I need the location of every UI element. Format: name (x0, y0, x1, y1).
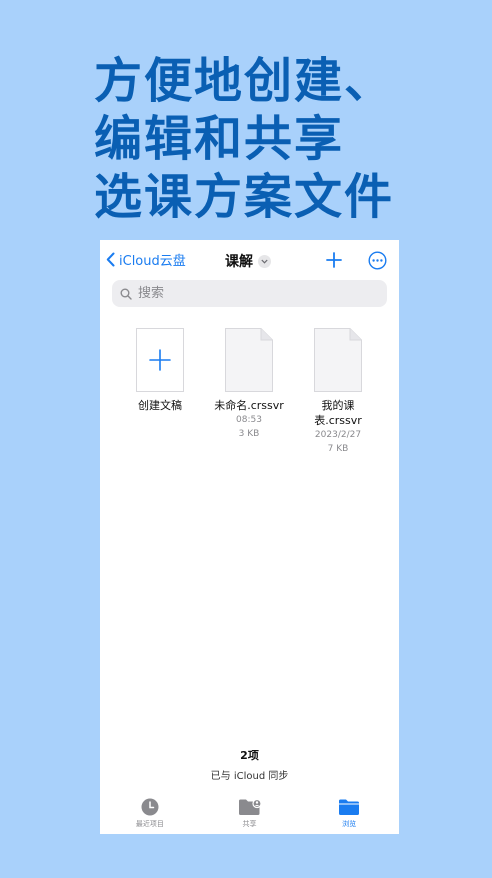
item-name-line-2: 表.crssvr (314, 414, 362, 427)
item-time: 2023/2/27 (314, 430, 362, 440)
document-icon (225, 328, 273, 392)
folder-icon (339, 799, 360, 815)
item-size: 3 KB (238, 429, 260, 439)
back-button[interactable]: iCloud云盘 (106, 250, 186, 269)
sync-status: 已与 iCloud 同步 (210, 771, 289, 782)
tab-recents[interactable]: 最近项目 (100, 792, 200, 834)
back-label: iCloud云盘 (119, 254, 186, 269)
folder-title[interactable]: 课解 (225, 251, 271, 271)
create-document-item[interactable]: 创建文稿 (120, 328, 200, 413)
item-count: 2项 (240, 749, 259, 762)
file-item[interactable]: 我的课 表.crssvr 2023/2/27 7 KB (298, 328, 378, 456)
phone-screen: iCloud云盘 课解 搜索 创建文稿 未命名.crssvr 08:53 3 K… (100, 240, 399, 834)
item-time: 08:53 (236, 415, 262, 425)
plus-icon (326, 252, 342, 268)
search-icon (120, 288, 132, 300)
more-button[interactable] (368, 251, 387, 274)
chevron-down-icon (258, 254, 271, 268)
tab-label: 最近项目 (135, 820, 164, 828)
clock-icon (141, 798, 159, 816)
item-name: 创建文稿 (138, 399, 182, 412)
file-item[interactable]: 未命名.crssvr 08:53 3 KB (209, 328, 289, 441)
headline-line-1: 方便地创建、 (94, 53, 395, 109)
item-size: 7 KB (327, 444, 349, 454)
search-bar[interactable] (112, 280, 387, 307)
item-name: 未命名.crssvr (214, 399, 284, 412)
create-document-thumb (136, 328, 184, 392)
tab-label: 浏览 (342, 820, 357, 828)
chevron-left-icon (106, 252, 115, 267)
tab-browse[interactable]: 浏览 (299, 792, 399, 834)
headline-line-2: 编辑和共享 (94, 111, 345, 167)
item-name: 我的课 表.crssvr (298, 398, 378, 428)
navigation-bar: iCloud云盘 课解 (100, 240, 399, 282)
document-icon (314, 328, 362, 392)
folder-title-label: 课解 (225, 254, 253, 270)
promo-headline: 方便地创建、 编辑和共享 选课方案文件 (94, 52, 486, 226)
add-button[interactable] (326, 252, 342, 272)
shared-folder-icon (238, 798, 262, 815)
headline-line-3: 选课方案文件 (94, 169, 395, 225)
ellipsis-circle-icon (368, 251, 387, 270)
search-input[interactable] (136, 285, 370, 302)
tab-bar: 最近项目 共享 浏览 (100, 792, 399, 834)
item-name-line-1: 我的课 (321, 399, 355, 412)
tab-shared[interactable]: 共享 (200, 792, 300, 834)
tab-label: 共享 (242, 820, 257, 828)
